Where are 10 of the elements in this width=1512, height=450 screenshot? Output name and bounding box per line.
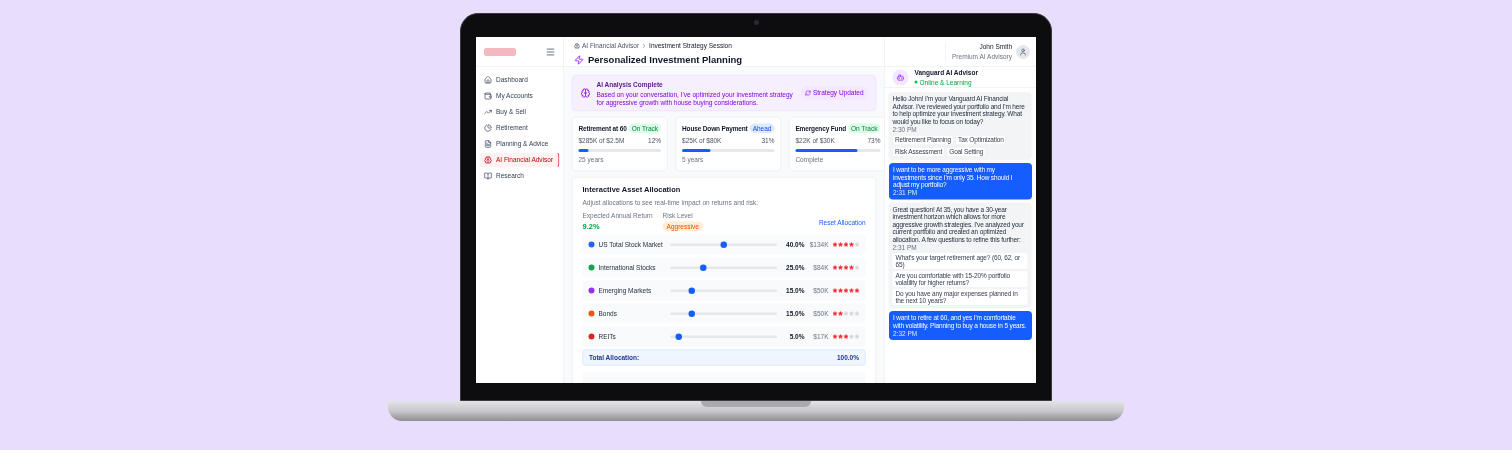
notch-icon	[701, 401, 811, 407]
avatar[interactable]	[1016, 44, 1030, 59]
slider-thumb[interactable]	[720, 241, 727, 248]
slider-thumb[interactable]	[688, 310, 695, 317]
page-title: Personalized Investment Planning	[588, 53, 743, 67]
slider-thumb[interactable]	[688, 287, 695, 294]
slider-thumb[interactable]	[700, 264, 707, 271]
slider-thumb[interactable]	[675, 333, 682, 340]
camera-icon	[753, 20, 759, 25]
logo-icon	[484, 47, 516, 56]
